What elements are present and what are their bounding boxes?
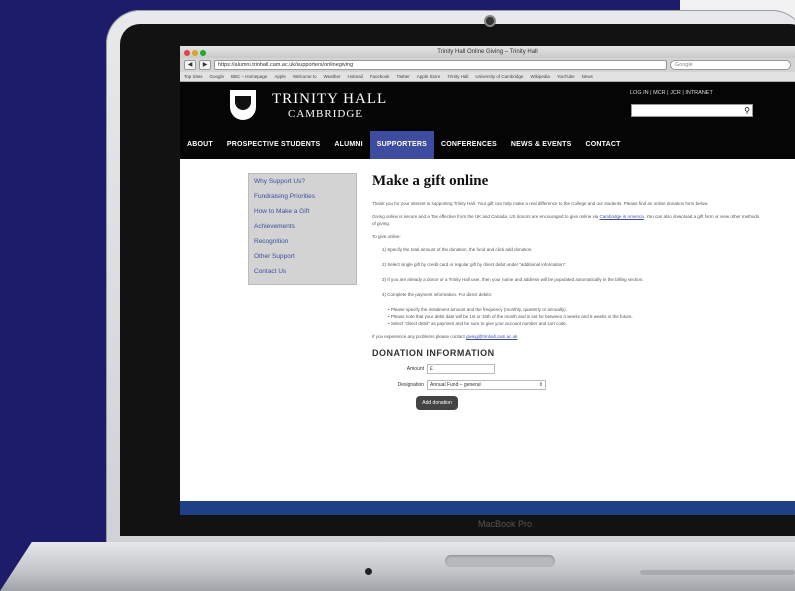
base-indicator: [365, 568, 372, 575]
browser-toolbar: ◀ ▶ https://alumni.trinhall.cam.ac.uk/su…: [180, 58, 795, 72]
bookmark-item[interactable]: Top Sites: [184, 74, 203, 79]
step-item: 2) Select single gift by credit card or …: [382, 262, 567, 267]
search-icon[interactable]: ⚲: [744, 105, 750, 116]
bookmark-item[interactable]: BBC – Homepage: [231, 74, 267, 79]
cambridge-in-america-link[interactable]: Cambridge in America: [600, 214, 644, 219]
nav-item[interactable]: PROSPECTIVE STUDENTS: [220, 131, 327, 159]
bookmark-item[interactable]: YouTube: [557, 74, 575, 79]
sidebar-item[interactable]: Contact Us: [249, 264, 356, 279]
intro-text: Thank you for your interest in supportin…: [372, 201, 709, 206]
designation-row: Designation Annual Fund – general ⇕: [368, 380, 763, 390]
bookmark-item[interactable]: Hotmail: [347, 74, 362, 79]
nav-item[interactable]: CONTACT: [578, 131, 627, 159]
bookmark-item[interactable]: News: [582, 74, 593, 79]
minimize-icon[interactable]: [192, 50, 198, 56]
nav-item[interactable]: NEWS & EVENTS: [504, 131, 579, 159]
giving-email-link[interactable]: giving@trinhall.cam.ac.uk: [466, 334, 517, 339]
problems-body: If you experience any problems please co…: [372, 334, 465, 339]
main-column: Make a gift online Thank you for your in…: [368, 173, 763, 410]
window-title: Trinity Hall Online Giving – Trinity Hal…: [437, 49, 538, 55]
sidebar-item[interactable]: How to Make a Gift: [249, 204, 356, 219]
sidebar-menu: Why Support Us? Fundraising Priorities How…: [248, 173, 357, 285]
window-titlebar: Trinity Hall Online Giving – Trinity Hal…: [180, 46, 795, 58]
back-button[interactable]: ◀: [184, 60, 196, 70]
bookmark-item[interactable]: Apple Store: [417, 74, 441, 79]
bookmarks-bar: Top Sites Google BBC – Homepage Apple Welcom…: [180, 72, 795, 82]
nav-item[interactable]: CONFERENCES: [434, 131, 504, 159]
designation-select[interactable]: Annual Fund – general ⇕: [427, 380, 546, 390]
bookmark-item[interactable]: Wikipedia: [530, 74, 550, 79]
designation-label: Designation: [397, 382, 424, 388]
steps-list: 1) Specify the total amount of the donat…: [368, 246, 763, 298]
bookmark-item[interactable]: Welcome to: [293, 74, 317, 79]
bookmark-item[interactable]: Twitter: [396, 74, 409, 79]
bullet-item: • Please note that your debit date will …: [388, 314, 633, 319]
bookmark-item[interactable]: Google: [210, 74, 225, 79]
bullet-list: • Please specify the instalment amount a…: [368, 306, 763, 327]
amount-row: Amount £: [368, 364, 763, 374]
amount-input[interactable]: £: [427, 364, 495, 374]
sidebar-item[interactable]: Why Support Us?: [249, 174, 356, 189]
site-search-input[interactable]: ⚲: [631, 104, 753, 117]
close-icon[interactable]: [184, 50, 190, 56]
sidebar-item[interactable]: Recognition: [249, 234, 356, 249]
browser-window: Trinity Hall Online Giving – Trinity Hal…: [180, 46, 795, 515]
secure-text: Giving online is secure and a Tax effect…: [372, 213, 763, 227]
step-item: 1) Specify the total amount of the donat…: [382, 247, 533, 252]
zoom-icon[interactable]: [200, 50, 206, 56]
laptop-base: [0, 542, 795, 591]
bookmark-item[interactable]: Facebook: [370, 74, 390, 79]
bullet-item: • Please specify the instalment amount a…: [388, 307, 567, 312]
site-header: TRINITY HALL CAMBRIDGE LOG IN | MCR | JC…: [180, 82, 795, 159]
bookmark-item[interactable]: Weather: [324, 74, 341, 79]
browser-search-field[interactable]: Google: [670, 60, 791, 70]
page-title: Make a gift online: [372, 173, 489, 189]
amount-label: Amount: [406, 366, 424, 372]
site-logo-title[interactable]: TRINITY HALL: [272, 91, 387, 108]
donation-heading: DONATION INFORMATION: [372, 348, 495, 358]
main-nav: ABOUT PROSPECTIVE STUDENTS ALUMNI SUPPORTER…: [180, 131, 795, 159]
to-give-label: To give online:: [372, 234, 401, 239]
bookmark-item[interactable]: University of Cambridge: [475, 74, 523, 79]
site-footer-bar: [180, 501, 795, 515]
nav-item[interactable]: ALUMNI: [327, 131, 369, 159]
bookmark-item[interactable]: Trinity Hall: [447, 74, 468, 79]
step-item: 3) If you are already a donor or a Trini…: [382, 277, 644, 282]
college-crest-icon[interactable]: [230, 90, 256, 120]
device-brand-label: MacBook Pro: [478, 519, 533, 529]
problems-text: If you experience any problems please co…: [372, 333, 763, 340]
site-logo-subtitle: CAMBRIDGE: [288, 108, 364, 120]
bookmark-item[interactable]: Apple: [274, 74, 286, 79]
base-slot: [640, 570, 795, 575]
sidebar-item[interactable]: Fundraising Priorities: [249, 189, 356, 204]
bullet-item: • Select "direct debit" as payment and b…: [388, 321, 568, 326]
top-links[interactable]: LOG IN | MCR | JCR | INTRANET: [630, 90, 713, 96]
nav-item[interactable]: SUPPORTERS: [369, 131, 435, 159]
address-bar[interactable]: https://alumni.trinhall.cam.ac.uk/suppor…: [214, 60, 667, 70]
page-content: Why Support Us? Fundraising Priorities How…: [180, 159, 795, 474]
window-controls: [184, 49, 208, 61]
secure-text-body: Giving online is secure and a Tax effect…: [372, 214, 599, 219]
dropdown-arrow-icon: ⇕: [538, 382, 543, 388]
forward-button[interactable]: ▶: [199, 60, 211, 70]
step-item: 4) Complete the payment information. For…: [382, 292, 493, 297]
add-donation-button[interactable]: Add donation: [416, 396, 458, 410]
sidebar-item[interactable]: Other Support: [249, 249, 356, 264]
lid-notch: [445, 555, 555, 567]
sidebar-item[interactable]: Achievements: [249, 219, 356, 234]
nav-item[interactable]: ABOUT: [180, 131, 220, 159]
designation-value: Annual Fund – general: [430, 382, 481, 388]
camera-icon: [486, 17, 494, 25]
